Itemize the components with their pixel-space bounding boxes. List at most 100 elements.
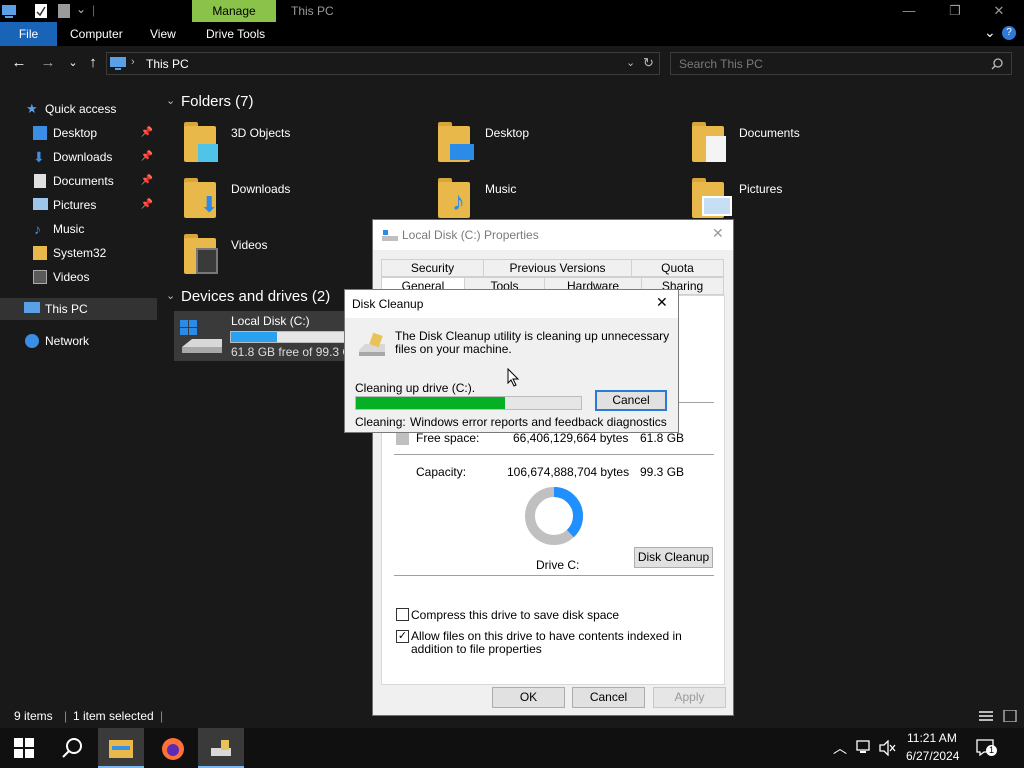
nav-label: Pictures — [53, 198, 97, 212]
folder-3d-objects[interactable]: 3D Objects — [184, 120, 424, 166]
pin-icon: 📌 — [140, 127, 153, 138]
address-bar[interactable]: › This PC ⌄ ↻ — [106, 52, 660, 75]
properties-title: Local Disk (C:) Properties — [402, 228, 539, 242]
back-arrow-icon[interactable]: ← — [8, 52, 30, 74]
tab-security[interactable]: Security — [381, 259, 484, 277]
file-explorer-taskbar-button[interactable] — [98, 728, 144, 768]
tab-file[interactable]: File — [0, 22, 57, 46]
nav-system32[interactable]: System32 — [0, 242, 157, 264]
close-button[interactable]: ✕ — [976, 0, 1022, 22]
disk-cleanup-taskbar-button[interactable] — [198, 728, 244, 768]
devices-header[interactable]: Devices and drives (2) — [181, 288, 330, 305]
index-checkbox[interactable]: ✓ — [396, 630, 409, 643]
qat-dropdown-icon[interactable]: ⌄ — [76, 2, 86, 16]
folder-videos[interactable]: Videos — [184, 232, 354, 278]
new-folder-icon[interactable] — [57, 3, 71, 19]
folder-desktop[interactable]: Desktop — [438, 120, 678, 166]
nav-label: Videos — [53, 270, 90, 284]
firefox-icon — [162, 738, 184, 760]
free-space-bytes: 66,406,129,664 bytes — [513, 431, 629, 445]
divider — [394, 575, 714, 576]
manage-tab[interactable]: Manage — [192, 0, 276, 22]
tab-computer[interactable]: Computer — [70, 22, 123, 46]
properties-icon[interactable] — [34, 3, 48, 19]
collapse-chevron-icon[interactable]: ⌄ — [166, 289, 175, 302]
minimize-button[interactable]: — — [886, 0, 932, 22]
folder-downloads[interactable]: ⬇ Downloads — [184, 176, 424, 222]
collapse-chevron-icon[interactable]: ⌄ — [166, 94, 175, 107]
disk-cleanup-icon — [359, 332, 385, 356]
folder-name: Pictures — [739, 182, 783, 196]
nav-desktop[interactable]: Desktop 📌 — [0, 122, 157, 144]
index-label: Allow files on this drive to have conten… — [411, 629, 682, 656]
nav-documents[interactable]: Documents 📌 — [0, 170, 157, 192]
network-icon — [25, 334, 39, 348]
pc-icon — [24, 302, 40, 313]
nav-quick-access[interactable]: ★ Quick access — [0, 98, 157, 120]
up-arrow-icon[interactable]: ↑ — [82, 52, 104, 74]
folder-name: 3D Objects — [231, 126, 291, 140]
drive-c-tile[interactable]: Local Disk (C:) 61.8 GB free of 99.3 GB — [174, 311, 360, 361]
search-icon[interactable] — [62, 737, 84, 759]
close-icon[interactable]: ✕ — [656, 294, 668, 311]
folders-header[interactable]: Folders (7) — [181, 93, 254, 110]
recent-locations-icon[interactable]: ⌄ — [62, 52, 84, 74]
nav-pictures[interactable]: Pictures 📌 — [0, 194, 157, 216]
nav-downloads[interactable]: ⬇ Downloads 📌 — [0, 146, 157, 168]
folder-name: Videos — [231, 238, 268, 252]
folder-music[interactable]: ♪ Music — [438, 176, 678, 222]
folder-documents[interactable]: Documents — [692, 120, 932, 166]
details-view-icon[interactable] — [979, 710, 993, 722]
tab-previous-versions[interactable]: Previous Versions — [483, 259, 632, 277]
download-icon: ⬇ — [33, 149, 45, 165]
tab-quota[interactable]: Quota — [631, 259, 724, 277]
clock-time[interactable]: 11:21 AM — [907, 731, 957, 745]
network-icon[interactable] — [856, 740, 874, 756]
explorer-app-icon[interactable] — [2, 3, 16, 19]
nav-this-pc[interactable]: This PC — [0, 298, 157, 320]
star-icon: ★ — [26, 101, 38, 116]
cleanup-progress-label: Cleaning up drive (C:). — [355, 381, 476, 395]
show-hidden-icons-icon[interactable]: ︿ — [833, 738, 847, 758]
search-icon[interactable] — [991, 58, 1003, 70]
maximize-button[interactable]: ❐ — [932, 0, 978, 22]
windows-start-icon[interactable] — [14, 738, 34, 758]
nav-label: Desktop — [53, 126, 98, 140]
apply-button[interactable]: Apply — [653, 687, 726, 708]
ribbon-collapse-icon[interactable]: ⌄ — [984, 24, 996, 41]
nav-videos[interactable]: Videos — [0, 266, 157, 288]
firefox-taskbar-button[interactable] — [150, 728, 196, 768]
nav-music[interactable]: ♪ Music — [0, 218, 157, 240]
disk-cleanup-button[interactable]: Disk Cleanup — [634, 547, 713, 568]
breadcrumb-this-pc[interactable]: This PC — [146, 57, 189, 71]
cleanup-title: Disk Cleanup — [352, 297, 424, 311]
search-input[interactable]: Search This PC — [679, 57, 763, 71]
pin-icon: 📌 — [140, 199, 153, 210]
close-icon[interactable]: ✕ — [712, 225, 724, 242]
clock-date[interactable]: 6/27/2024 — [906, 749, 959, 763]
volume-muted-icon[interactable] — [879, 740, 897, 756]
cleaning-label: Cleaning: — [355, 415, 406, 429]
refresh-icon[interactable]: ↻ — [643, 55, 654, 71]
folder-pictures[interactable]: Pictures — [692, 176, 932, 222]
compress-checkbox[interactable] — [396, 608, 409, 621]
drive-usage-fill — [231, 332, 278, 342]
nav-network[interactable]: Network — [0, 330, 157, 352]
help-icon[interactable]: ? — [1002, 26, 1016, 40]
cancel-button[interactable]: Cancel — [572, 687, 645, 708]
tab-drive-tools[interactable]: Drive Tools — [206, 22, 265, 46]
address-dropdown-icon[interactable]: ⌄ — [626, 56, 635, 69]
action-center-icon[interactable]: 1 — [976, 738, 997, 758]
search-box[interactable]: Search This PC — [670, 52, 1012, 75]
large-icons-view-icon[interactable] — [1003, 710, 1017, 722]
nav-label: Music — [53, 222, 85, 236]
cleanup-progress-bar — [355, 396, 582, 410]
status-separator: | — [160, 709, 164, 723]
free-space-swatch — [396, 432, 409, 445]
tab-view[interactable]: View — [150, 22, 176, 46]
folder-icon — [184, 122, 218, 162]
folder-icon: ⬇ — [184, 178, 218, 218]
ok-button[interactable]: OK — [492, 687, 565, 708]
cleanup-cancel-button[interactable]: Cancel — [595, 390, 667, 411]
forward-arrow-icon[interactable]: → — [37, 52, 59, 74]
